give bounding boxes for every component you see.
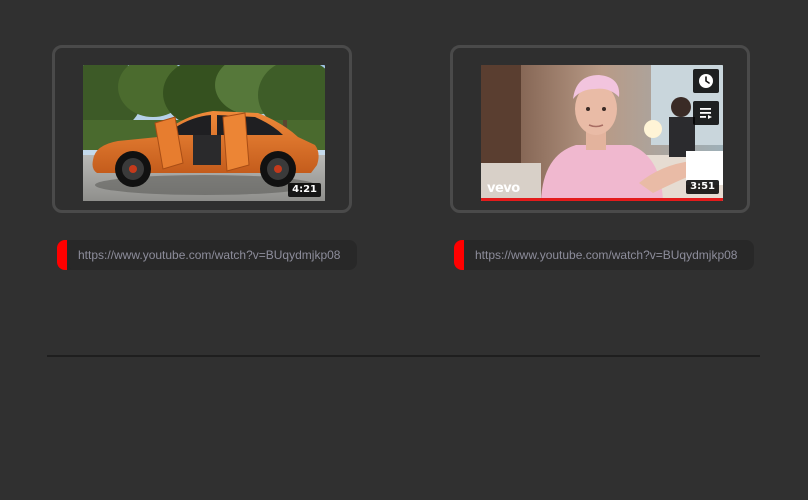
url-field-inner-edge	[464, 240, 472, 270]
video-card-1: 4:21	[52, 45, 352, 213]
video-thumbnail-2[interactable]: vevo 3:51	[481, 65, 723, 201]
url-field-inner-edge	[67, 240, 75, 270]
clock-icon	[699, 74, 713, 88]
video-thumbnail-1[interactable]: 4:21	[83, 65, 325, 201]
url-field-2[interactable]: https://www.youtube.com/watch?v=BUqydmjk…	[454, 240, 754, 270]
video-url-text: https://www.youtube.com/watch?v=BUqydmjk…	[475, 248, 738, 262]
page: 4:21 vevo 3:51 https://www.youtube.com/w…	[0, 0, 808, 500]
section-divider	[47, 355, 760, 357]
video-url-text: https://www.youtube.com/watch?v=BUqydmjk…	[78, 248, 341, 262]
watch-progress-bar	[481, 198, 723, 201]
thumbnail-image-orange-suv	[83, 65, 325, 201]
red-accent-marker	[454, 240, 464, 270]
video-card-2: vevo 3:51	[450, 45, 750, 213]
queue-icon	[700, 108, 712, 119]
red-accent-marker	[57, 240, 67, 270]
video-duration-badge: 3:51	[686, 180, 719, 194]
add-to-queue-button[interactable]	[693, 101, 719, 125]
watch-later-button[interactable]	[693, 69, 719, 93]
video-duration-badge: 4:21	[288, 183, 321, 197]
url-field-1[interactable]: https://www.youtube.com/watch?v=BUqydmjk…	[57, 240, 357, 270]
vevo-logo: vevo	[487, 181, 520, 196]
